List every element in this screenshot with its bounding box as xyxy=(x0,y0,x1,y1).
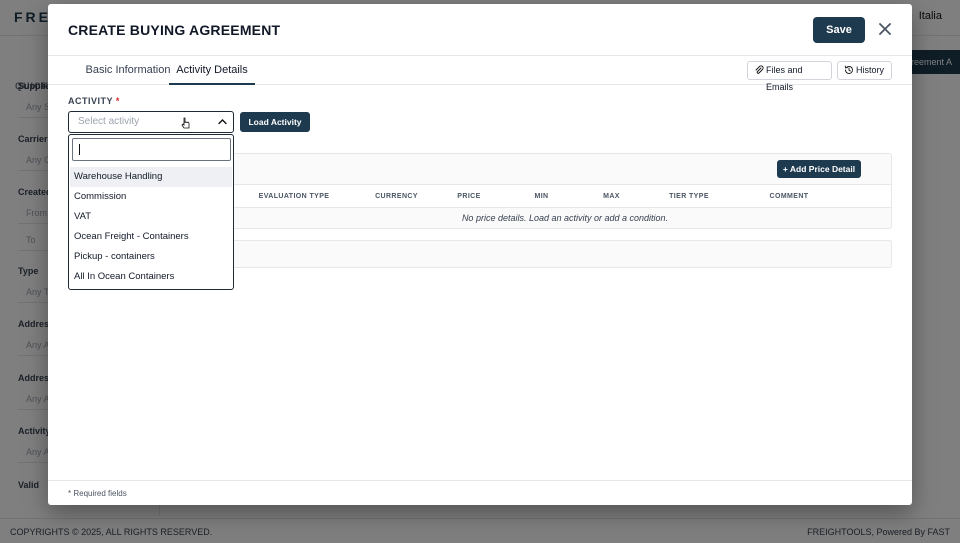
paperclip-icon xyxy=(755,65,764,74)
dropdown-option[interactable]: Ocean Freight - Containers xyxy=(70,227,232,247)
mouse-cursor-icon xyxy=(181,117,190,129)
add-price-detail-button[interactable]: + Add Price Detail xyxy=(777,160,861,178)
dropdown-option[interactable]: VAT xyxy=(70,207,232,227)
add-price-detail-label: Add Price Detail xyxy=(789,164,856,174)
history-label: History xyxy=(856,65,885,75)
required-fields-note: * Required fields xyxy=(68,489,127,498)
column-tier-type: TIER TYPE xyxy=(669,193,709,200)
create-buying-agreement-modal: CREATE BUYING AGREEMENT Save Basic Infor… xyxy=(48,4,912,505)
column-price: PRICE xyxy=(457,193,481,200)
activity-field-label: ACTIVITY * xyxy=(68,96,120,106)
activity-label-text: ACTIVITY xyxy=(68,96,113,106)
dropdown-option[interactable]: Pickup - containers xyxy=(70,247,232,267)
modal-title: CREATE BUYING AGREEMENT xyxy=(68,22,281,38)
files-and-emails-button[interactable]: Files and Emails xyxy=(747,61,832,92)
activity-search-input[interactable] xyxy=(72,138,231,161)
column-max: MAX xyxy=(603,193,620,200)
column-evaluation-type: EVALUATION TYPE xyxy=(258,193,330,200)
history-button[interactable]: History xyxy=(837,61,892,80)
activity-select-placeholder: Select activity xyxy=(78,116,140,127)
chevron-up-icon xyxy=(218,119,227,125)
dropdown-option[interactable]: Commission xyxy=(70,187,232,207)
files-and-emails-label: Files and Emails xyxy=(766,65,803,92)
column-comment: COMMENT xyxy=(769,193,809,200)
tab-activity-details[interactable]: Activity Details xyxy=(169,56,255,85)
history-icon xyxy=(844,65,853,74)
column-currency: CURRENCY xyxy=(375,193,418,200)
modal-footer: * Required fields xyxy=(48,480,912,505)
required-asterisk: * xyxy=(115,96,120,106)
save-button[interactable]: Save xyxy=(813,17,865,43)
load-activity-button[interactable]: Load Activity xyxy=(240,112,310,132)
text-caret xyxy=(79,144,80,155)
column-min: MIN xyxy=(534,193,549,200)
plus-icon: + xyxy=(782,164,790,174)
modal-header: CREATE BUYING AGREEMENT Save xyxy=(48,4,912,56)
modal-tabs: Basic Information Activity Details Files… xyxy=(48,56,912,92)
dropdown-option[interactable]: Warehouse Handling xyxy=(70,167,232,187)
activity-select[interactable]: Select activity xyxy=(68,111,234,133)
dropdown-option[interactable]: All In Ocean Containers xyxy=(70,267,232,287)
close-icon[interactable] xyxy=(877,21,893,37)
activity-dropdown: Warehouse Handling Commission VAT Ocean … xyxy=(68,134,234,290)
